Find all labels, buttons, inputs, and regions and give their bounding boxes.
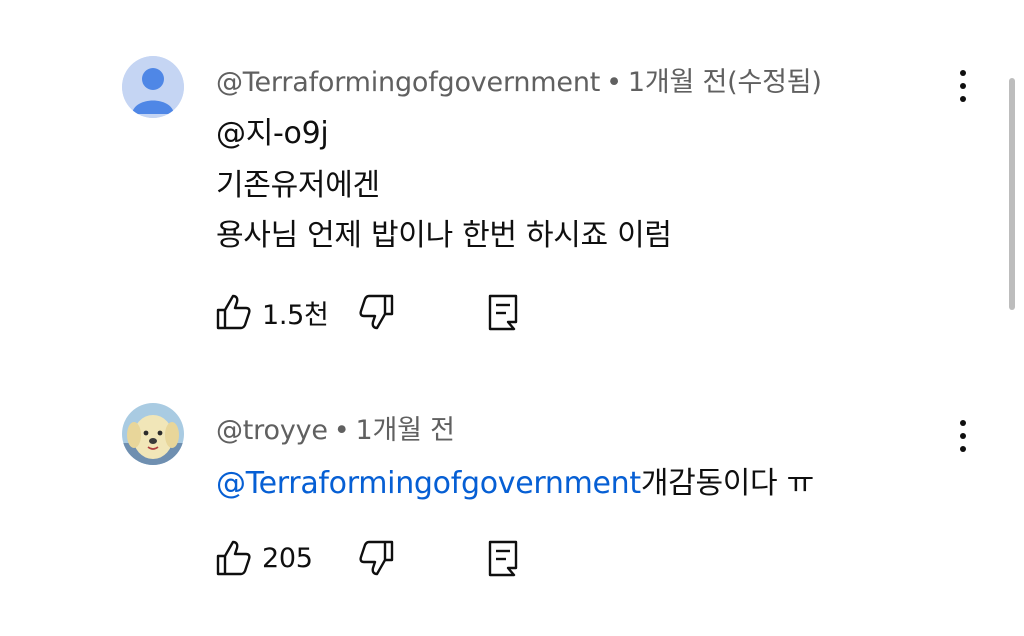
kebab-dot — [960, 96, 966, 102]
comment-actions: 205 — [214, 538, 614, 582]
more-options-button[interactable] — [948, 66, 978, 106]
comment-text-line: 용사님 언제 밥이나 한번 하시죠 이럼 — [216, 218, 672, 253]
comment-text: @Terraformingofgovernment개감동이다 ㅠ — [216, 458, 814, 502]
avatar[interactable] — [122, 403, 184, 465]
reply-icon — [488, 294, 518, 331]
comment-time[interactable]: 1개월 전(수정됨) — [628, 67, 822, 98]
puppy-plush-avatar — [122, 403, 184, 465]
comment-text-content: 개감동이다 ㅠ — [640, 466, 814, 501]
comment-actions: 1.5천 — [214, 292, 614, 336]
meta-separator: • — [333, 415, 350, 446]
kebab-dot — [960, 420, 966, 426]
thumbs-down-icon — [359, 540, 394, 576]
like-count: 1.5천 — [262, 299, 329, 331]
comment-thread: @Terraformingofgovernment • 1개월 전(수정됨) @지-… — [0, 0, 1024, 636]
kebab-dot — [960, 70, 966, 76]
avatar[interactable] — [122, 56, 184, 118]
reply-icon — [488, 540, 518, 577]
author-name[interactable]: @Terraformingofgovernment — [216, 67, 600, 98]
thumbs-down-icon — [359, 294, 394, 330]
dislike-button[interactable] — [358, 538, 396, 578]
comment-meta: @troyye • 1개월 전 — [216, 408, 455, 447]
comment-text-line: 기존유저에겐 — [216, 168, 380, 203]
mention-link[interactable]: @지-o9j — [216, 108, 329, 152]
mention-link[interactable]: @Terraformingofgovernment — [216, 466, 641, 501]
kebab-dot — [960, 83, 966, 89]
thumbs-up-icon — [216, 294, 251, 330]
comment-meta: @Terraformingofgovernment • 1개월 전(수정됨) — [216, 60, 822, 99]
kebab-dot — [960, 433, 966, 439]
scrollbar[interactable] — [1009, 78, 1015, 310]
reply-button[interactable] — [486, 292, 522, 332]
reply-button[interactable] — [486, 538, 522, 578]
like-button[interactable]: 205 — [214, 538, 313, 578]
default-person-icon — [122, 56, 184, 118]
meta-separator: • — [606, 67, 622, 98]
comment-time[interactable]: 1개월 전 — [356, 415, 455, 446]
thumbs-up-icon — [216, 540, 251, 576]
kebab-dot — [960, 446, 966, 452]
dislike-button[interactable] — [358, 292, 396, 332]
like-button[interactable]: 1.5천 — [214, 292, 329, 332]
more-options-button[interactable] — [948, 416, 978, 456]
like-count: 205 — [262, 542, 313, 574]
author-name[interactable]: @troyye — [216, 415, 328, 446]
